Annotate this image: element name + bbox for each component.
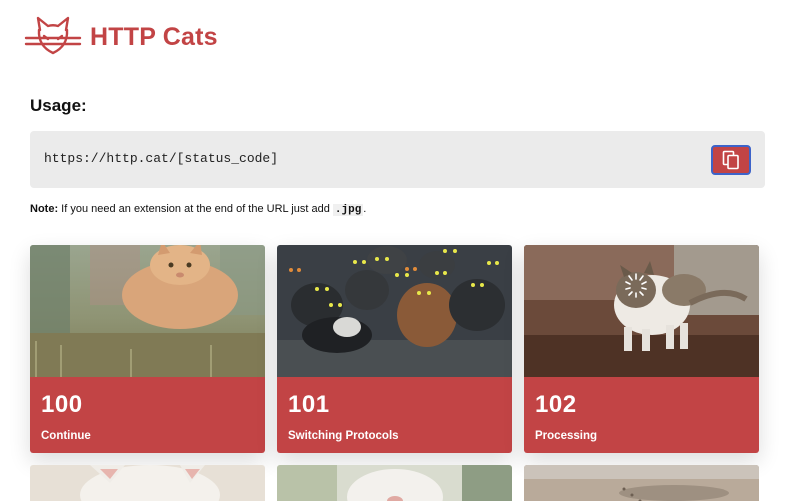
card-status-label: Continue	[41, 430, 91, 442]
card-image	[524, 245, 759, 377]
note-extension: .jpg	[332, 204, 364, 216]
status-card-100[interactable]: 100 Continue	[30, 245, 265, 453]
card-body: 101 Switching Protocols	[277, 377, 512, 453]
card-image	[30, 245, 265, 377]
card-status-label: Switching Protocols	[288, 430, 399, 442]
card-image	[30, 465, 265, 501]
card-image	[277, 245, 512, 377]
card-status-code: 101	[288, 391, 330, 418]
card-image	[277, 465, 512, 501]
note-end: .	[363, 203, 367, 215]
copy-button[interactable]	[711, 145, 751, 175]
header: HTTP Cats	[24, 16, 218, 58]
card-status-code: 100	[41, 391, 83, 418]
status-card-102[interactable]: 102 Processing	[524, 245, 759, 453]
card-status-code: 102	[535, 391, 577, 418]
card-body: 100 Continue	[30, 377, 265, 453]
brand-title[interactable]: HTTP Cats	[90, 23, 218, 52]
status-card-peek[interactable]	[277, 465, 512, 501]
card-body: 102 Processing	[524, 377, 759, 453]
status-card-peek[interactable]	[524, 465, 759, 501]
note: Note: If you need an extension at the en…	[30, 203, 366, 216]
card-status-label: Processing	[535, 430, 597, 442]
usage-code-box: https://http.cat/[status_code]	[30, 131, 765, 188]
usage-heading: Usage:	[30, 96, 87, 115]
status-card-peek[interactable]	[30, 465, 265, 501]
note-label: Note:	[30, 203, 59, 215]
usage-url: https://http.cat/[status_code]	[44, 151, 279, 166]
card-image	[524, 465, 759, 501]
status-card-101[interactable]: 101 Switching Protocols	[277, 245, 512, 453]
note-text: If you need an extension at the end of t…	[58, 203, 333, 215]
cat-logo-icon[interactable]	[24, 16, 82, 58]
copy-icon	[722, 150, 739, 170]
